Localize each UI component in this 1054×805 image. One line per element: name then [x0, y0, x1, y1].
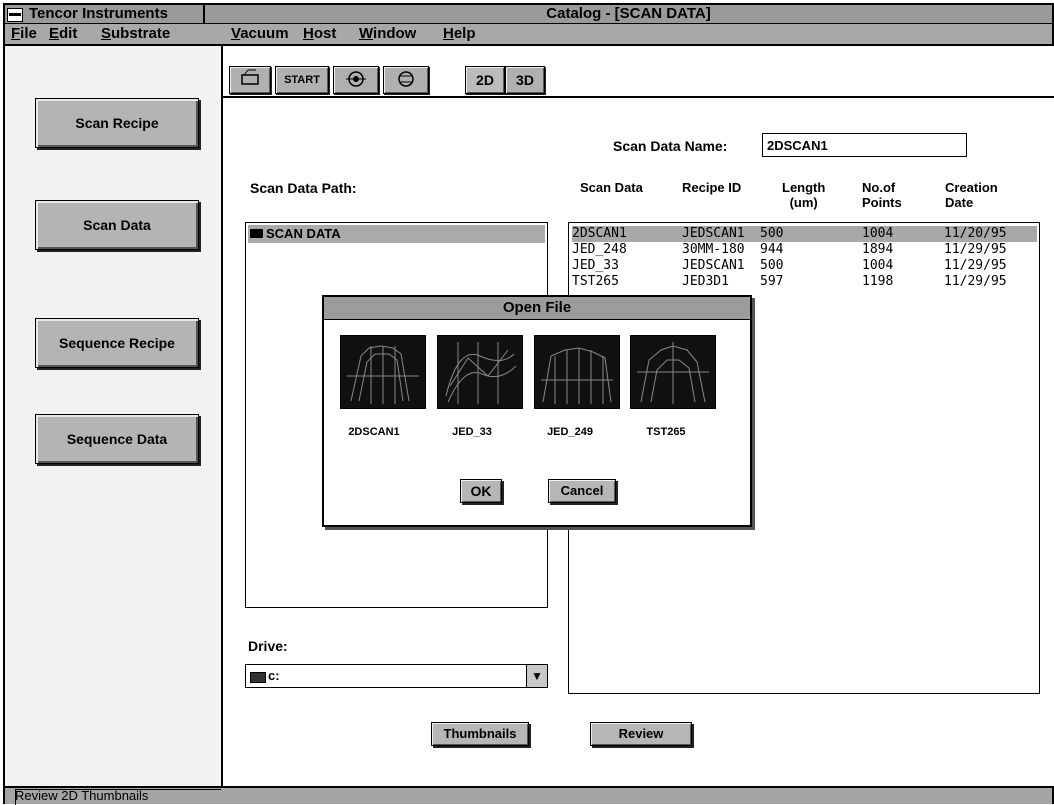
printer-icon	[241, 69, 259, 85]
status-text: Review 2D Thumbnails	[15, 788, 149, 803]
col-header-scan-data[interactable]: Scan Data	[580, 180, 643, 195]
thumbnail-caption: JED_33	[452, 426, 492, 438]
scan-head-icon	[346, 71, 366, 87]
thumbnail-2dscan1[interactable]	[340, 335, 426, 409]
window-title: Catalog - [SCAN DATA]	[546, 5, 711, 22]
open-folder-icon	[250, 229, 263, 238]
menu-bar: File Edit Substrate Vacuum Host Window H…	[3, 24, 1054, 46]
thumbnail-tst265[interactable]	[630, 335, 716, 409]
drive-select[interactable]: c: ▼	[245, 664, 548, 688]
view-3d-button[interactable]: 3D	[505, 66, 545, 94]
col-header-length[interactable]: Length (um)	[782, 180, 825, 210]
thumbnail-jed-249[interactable]	[534, 335, 620, 409]
cell-points: 1004	[862, 226, 894, 241]
cell-length: 500	[760, 258, 784, 273]
cell-recipe-id: JED3D1	[682, 274, 729, 289]
cell-scan-data: 2DSCAN1	[572, 226, 627, 241]
scan-data-name-label: Scan Data Name:	[613, 138, 728, 154]
header-text: Date	[945, 195, 974, 210]
drive-icon	[250, 672, 266, 683]
toolbar: START 2D 3D	[223, 46, 1054, 98]
cell-date: 11/20/95	[944, 226, 1007, 241]
cell-date: 11/29/95	[944, 258, 1007, 273]
cell-scan-data: JED_33	[572, 258, 619, 273]
cell-length: 500	[760, 226, 784, 241]
cell-date: 11/29/95	[944, 242, 1007, 257]
thumbnails-button[interactable]: Thumbnails	[431, 722, 529, 746]
scan-recipe-button[interactable]: Scan Recipe	[35, 98, 199, 148]
col-header-recipe-id[interactable]: Recipe ID	[682, 180, 741, 195]
menu-file[interactable]: File	[11, 24, 37, 44]
cell-points: 1004	[862, 258, 894, 273]
view-2d-button[interactable]: 2D	[465, 66, 505, 94]
header-unit: (um)	[789, 195, 818, 210]
cell-points: 1198	[862, 274, 894, 289]
menu-host[interactable]: Host	[303, 24, 336, 44]
menu-vacuum[interactable]: Vacuum	[231, 24, 289, 44]
table-row[interactable]: JED_248 30MM-180 944 1894 11/29/95	[572, 242, 1037, 258]
header-text: No.of	[862, 180, 896, 195]
start-button[interactable]: START	[275, 66, 329, 94]
scan-data-name-field[interactable]: 2DSCAN1	[762, 133, 967, 157]
status-bar: Review 2D Thumbnails	[3, 786, 1054, 805]
header-text: Length	[782, 180, 826, 195]
thumbnail-jed-33[interactable]	[437, 335, 523, 409]
sequence-data-button[interactable]: Sequence Data	[35, 414, 199, 464]
dialog-title: Open File	[324, 297, 750, 320]
cell-recipe-id: JEDSCAN1	[682, 226, 745, 241]
cell-scan-data: JED_248	[572, 242, 627, 257]
sequence-recipe-button[interactable]: Sequence Recipe	[35, 318, 199, 368]
header-text: Creation	[945, 180, 998, 195]
title-bar: Tencor Instruments Catalog - [SCAN DATA]	[3, 3, 1054, 25]
scan-data-button[interactable]: Scan Data	[35, 200, 199, 250]
scan-thumbnail-image	[347, 345, 419, 404]
table-row[interactable]: 2DSCAN1 JEDSCAN1 500 1004 11/20/95	[572, 226, 1037, 242]
menu-edit[interactable]: Edit	[49, 24, 77, 44]
tree-item-scan-data[interactable]: SCAN DATA	[248, 225, 545, 243]
menu-help[interactable]: Help	[443, 24, 476, 44]
cell-recipe-id: JEDSCAN1	[682, 258, 745, 273]
stage-view-button[interactable]	[383, 66, 429, 94]
cell-length: 944	[760, 242, 784, 257]
header-text: Points	[862, 195, 902, 210]
cell-scan-data: TST265	[572, 274, 619, 289]
app-title: Tencor Instruments	[5, 5, 205, 23]
dropdown-arrow-icon[interactable]: ▼	[526, 665, 547, 687]
menu-window[interactable]: Window	[359, 24, 416, 44]
cancel-button[interactable]: Cancel	[548, 479, 616, 503]
cell-length: 597	[760, 274, 784, 289]
cell-points: 1894	[862, 242, 894, 257]
left-nav-panel: Scan Recipe Scan Data Sequence Recipe Se…	[3, 46, 223, 786]
thumbnail-caption: TST265	[646, 426, 686, 438]
wafer-icon	[398, 71, 414, 87]
table-row[interactable]: TST265 JED3D1 597 1198 11/29/95	[572, 274, 1037, 290]
header-text: Recipe ID	[682, 180, 742, 195]
system-menu-icon[interactable]	[7, 8, 23, 22]
menu-substrate[interactable]: Substrate	[101, 24, 170, 44]
col-header-points[interactable]: No.of Points	[862, 180, 902, 210]
scan-view-button[interactable]	[333, 66, 379, 94]
scan-thumbnail-image	[445, 342, 517, 404]
header-text: Scan Data	[580, 180, 643, 195]
tree-item-label: SCAN DATA	[266, 226, 341, 241]
drive-value: c:	[268, 668, 280, 683]
scan-thumbnail-image	[637, 342, 709, 404]
print-button[interactable]	[229, 66, 271, 94]
table-row[interactable]: JED_33 JEDSCAN1 500 1004 11/29/95	[572, 258, 1037, 274]
thumbnail-caption: 2DSCAN1	[348, 426, 400, 438]
cell-date: 11/29/95	[944, 274, 1007, 289]
review-button[interactable]: Review	[590, 722, 692, 746]
scan-data-path-label: Scan Data Path:	[250, 180, 357, 196]
thumbnail-caption: JED_249	[547, 426, 593, 438]
scan-thumbnail-image	[541, 347, 613, 404]
open-file-dialog: Open File 2DSCAN1 JED_33 JED_249 TST265 …	[322, 295, 752, 527]
col-header-creation-date[interactable]: Creation Date	[945, 180, 998, 210]
cell-recipe-id: 30MM-180	[682, 242, 745, 257]
ok-button[interactable]: OK	[460, 479, 502, 503]
drive-label: Drive:	[248, 638, 288, 654]
